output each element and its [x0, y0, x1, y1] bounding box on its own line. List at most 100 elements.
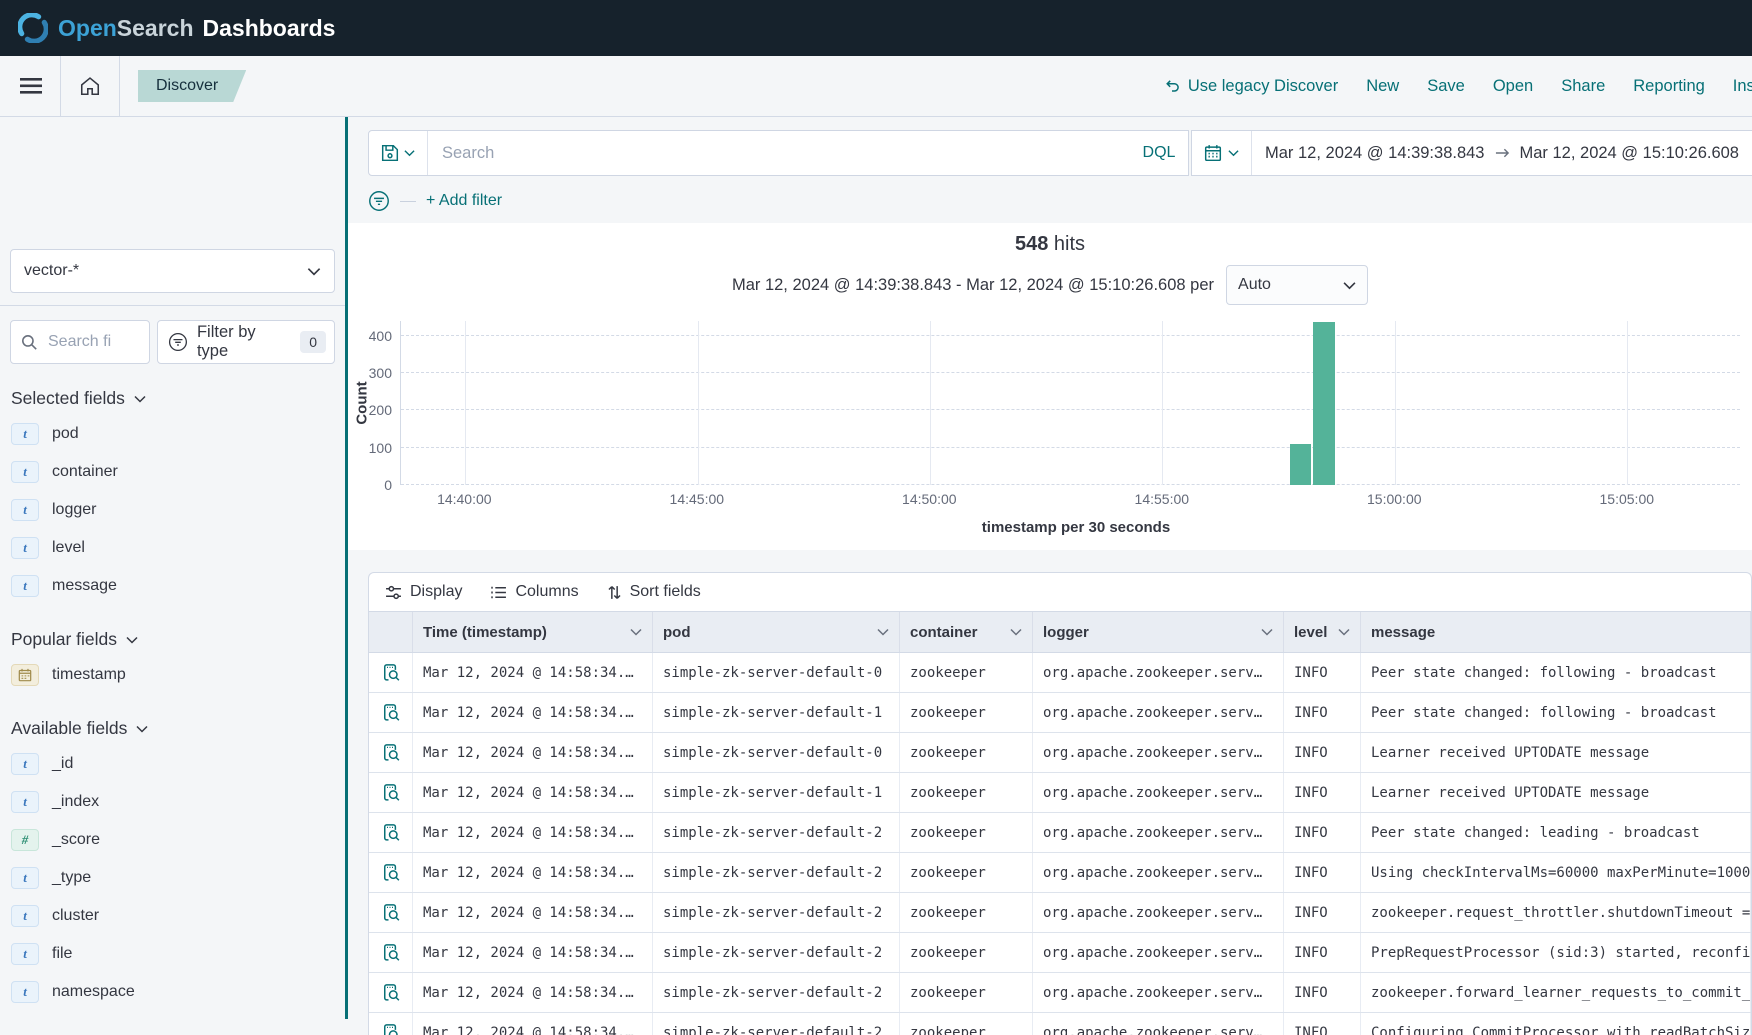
logger-cell: org.apache.zookeeper.serv… — [1033, 973, 1284, 1012]
pod-cell: simple-zk-server-default-2 — [653, 1013, 900, 1035]
histogram-bar[interactable] — [1290, 444, 1312, 485]
expand-row-button[interactable] — [369, 973, 413, 1012]
nav-action-share[interactable]: Share — [1561, 77, 1605, 96]
field-item-level[interactable]: tlevel — [0, 529, 345, 567]
column-header-message[interactable]: message — [1361, 612, 1751, 652]
filter-by-type-label: Filter by type — [197, 323, 291, 361]
time-cell: Mar 12, 2024 @ 14:58:34.… — [413, 773, 653, 812]
v-gridline — [465, 321, 466, 485]
x-axis-title: timestamp per 30 seconds — [400, 519, 1752, 550]
container-cell: zookeeper — [900, 813, 1033, 852]
h-gridline — [401, 372, 1740, 373]
expand-row-button[interactable] — [369, 853, 413, 892]
filter-circle-icon[interactable] — [368, 190, 390, 212]
interval-select[interactable]: Auto — [1226, 265, 1368, 305]
chevron-down-icon — [1338, 628, 1350, 636]
nav-action-reporting[interactable]: Reporting — [1633, 77, 1705, 96]
level-cell: INFO — [1284, 893, 1361, 932]
field-item-_id[interactable]: t_id — [0, 745, 345, 783]
section-header-selected-fields[interactable]: Selected fields — [11, 388, 345, 409]
field-item-namespace[interactable]: tnamespace — [0, 973, 345, 1011]
field-label: container — [52, 463, 118, 481]
column-header-time-timestamp-[interactable]: Time (timestamp) — [413, 612, 653, 652]
sort-fields-button[interactable]: Sort fields — [607, 583, 701, 601]
text-field-icon: t — [11, 461, 39, 483]
field-item-timestamp[interactable]: timestamp — [0, 656, 345, 694]
date-to[interactable]: Mar 12, 2024 @ 15:10:26.608 — [1520, 144, 1740, 163]
message-cell: Peer state changed: leading - broadcast — [1361, 813, 1751, 852]
level-cell: INFO — [1284, 1013, 1361, 1035]
display-button[interactable]: Display — [385, 583, 462, 601]
field-item-file[interactable]: tfile — [0, 935, 345, 973]
column-header-pod[interactable]: pod — [653, 612, 900, 652]
add-filter-button[interactable]: + Add filter — [426, 192, 502, 210]
nav-action-open[interactable]: Open — [1493, 77, 1533, 96]
expand-row-button[interactable] — [369, 893, 413, 932]
field-item-container[interactable]: t container — [0, 453, 345, 491]
expand-row-button[interactable] — [369, 733, 413, 772]
field-item-_type[interactable]: t_type — [0, 859, 345, 897]
section-header-available-fields[interactable]: Available fields — [11, 718, 345, 739]
expand-row-button[interactable] — [369, 813, 413, 852]
chevron-down-icon — [1228, 149, 1239, 157]
breadcrumb[interactable]: Discover — [138, 70, 246, 102]
opensearch-logo-icon — [18, 13, 48, 43]
nav-action-label: Inspect — [1733, 77, 1752, 96]
field-search-input[interactable] — [46, 332, 130, 352]
menu-button[interactable] — [14, 69, 48, 103]
time-cell: Mar 12, 2024 @ 14:58:34.… — [413, 893, 653, 932]
field-item-logger[interactable]: tlogger — [0, 491, 345, 529]
date-from[interactable]: Mar 12, 2024 @ 14:39:38.843 — [1265, 144, 1485, 163]
nav-toolbar: Discover Use legacy Discover New Save Open S… — [0, 56, 1752, 117]
level-cell: INFO — [1284, 853, 1361, 892]
nav-action-use-legacy-discover[interactable]: Use legacy Discover — [1165, 77, 1338, 96]
column-header-label: container — [910, 624, 978, 641]
v-gridline — [698, 321, 699, 485]
search-input[interactable] — [428, 143, 1130, 164]
h-gridline — [401, 409, 1740, 410]
histogram-bar[interactable] — [1313, 322, 1335, 485]
field-item-cluster[interactable]: tcluster — [0, 897, 345, 935]
query-language-button[interactable]: DQL — [1130, 144, 1188, 162]
expand-row-button[interactable] — [369, 773, 413, 812]
field-search — [10, 320, 150, 364]
expand-row-button[interactable] — [369, 693, 413, 732]
expand-row-button[interactable] — [369, 653, 413, 692]
pod-cell: simple-zk-server-default-2 — [653, 813, 900, 852]
field-sections: Selected fields tpod t container tloggertlev… — [0, 388, 345, 1019]
date-range[interactable]: Mar 12, 2024 @ 14:39:38.843 Mar 12, 2024… — [1252, 144, 1752, 163]
inspect-document-icon — [381, 863, 401, 883]
expand-row-button[interactable] — [369, 933, 413, 972]
column-header-container[interactable]: container — [900, 612, 1033, 652]
inspect-document-icon — [381, 943, 401, 963]
section-header-popular-fields[interactable]: Popular fields — [11, 629, 345, 650]
time-cell: Mar 12, 2024 @ 14:58:34.… — [413, 733, 653, 772]
list-icon — [490, 584, 507, 601]
date-quick-select-button[interactable] — [1192, 131, 1252, 175]
filter-by-type-button[interactable]: Filter by type 0 — [157, 320, 335, 364]
text-field-icon: t — [11, 575, 39, 597]
expand-row-button[interactable] — [369, 1013, 413, 1035]
columns-button[interactable]: Columns — [490, 583, 578, 601]
saved-query-button[interactable] — [369, 131, 428, 175]
logger-cell: org.apache.zookeeper.serv… — [1033, 733, 1284, 772]
nav-action-new[interactable]: New — [1366, 77, 1399, 96]
nav-action-save[interactable]: Save — [1427, 77, 1465, 96]
field-label: cluster — [52, 907, 99, 925]
field-item-_index[interactable]: t_index — [0, 783, 345, 821]
index-pattern-select[interactable]: vector-* — [10, 249, 335, 293]
field-item-_score[interactable]: #_score — [0, 821, 345, 859]
nav-action-inspect[interactable]: Inspect — [1733, 77, 1752, 96]
nav-action-label: Reporting — [1633, 77, 1705, 96]
text-field-icon: t — [11, 943, 39, 965]
field-item-pod[interactable]: tpod — [0, 415, 345, 453]
level-cell: INFO — [1284, 773, 1361, 812]
home-button[interactable] — [73, 69, 107, 103]
field-item-message[interactable]: tmessage — [0, 567, 345, 605]
histogram-chart: Count 0100200300400 — [348, 321, 1752, 485]
column-header-level[interactable]: level — [1284, 612, 1361, 652]
column-header-logger[interactable]: logger — [1033, 612, 1284, 652]
chart-range-label: Mar 12, 2024 @ 14:39:38.843 - Mar 12, 20… — [732, 276, 1214, 295]
date-picker: Mar 12, 2024 @ 14:39:38.843 Mar 12, 2024… — [1191, 130, 1752, 176]
inspect-document-icon — [381, 703, 401, 723]
